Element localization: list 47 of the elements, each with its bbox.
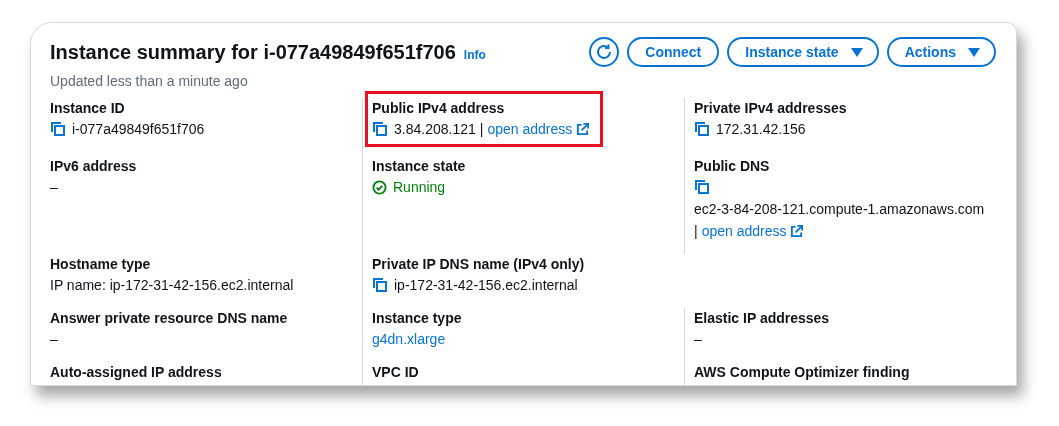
external-link-icon <box>576 122 590 136</box>
connect-button[interactable]: Connect <box>627 37 720 67</box>
field-label: Public DNS <box>694 157 771 176</box>
field-value: – <box>50 330 58 349</box>
updated-text: Updated less than a minute ago <box>50 72 249 91</box>
field-value: ec2-3-84-208-121.compute-1.amazonaws.com <box>694 200 986 219</box>
info-link[interactable]: Info <box>463 46 486 64</box>
copy-icon[interactable] <box>694 121 710 137</box>
dropdown-button[interactable]: Actions <box>886 37 996 67</box>
field-value: – <box>694 330 702 349</box>
separator-text: | <box>479 120 484 139</box>
field-label: Instance ID <box>50 99 126 118</box>
field-label: VPC ID <box>372 363 420 382</box>
separator-text: | <box>694 222 698 241</box>
field-label: Elastic IP addresses <box>694 309 831 328</box>
open-address-link[interactable]: open address <box>701 220 804 242</box>
refresh-button[interactable] <box>589 37 620 67</box>
copy-icon[interactable] <box>50 121 66 137</box>
check-circle-icon <box>372 179 387 195</box>
field-label: IPv6 address <box>50 157 138 176</box>
copy-icon[interactable] <box>372 121 388 137</box>
open-address-link[interactable]: open address <box>487 118 590 140</box>
field-label: Auto-assigned IP address <box>50 363 223 382</box>
field-value: 172.31.42.156 <box>716 120 806 139</box>
copy-icon[interactable] <box>372 277 388 293</box>
field-value: – <box>50 178 58 197</box>
refresh-icon <box>595 43 614 61</box>
field-label: Private IP DNS name (IPv4 only) <box>372 255 586 274</box>
field-label: Answer private resource DNS name <box>50 309 289 328</box>
field-label: Hostname type <box>50 255 152 274</box>
caret-icon <box>850 47 863 57</box>
status-text: Running <box>393 178 446 197</box>
field-label: AWS Compute Optimizer finding <box>694 363 911 382</box>
field-label: Private IPv4 addresses <box>694 99 848 118</box>
field-value: i-077a49849f651f706 <box>72 120 205 139</box>
field-label: Instance type <box>372 309 463 328</box>
dropdown-button[interactable]: Instance state <box>727 37 879 67</box>
field-label: Instance state <box>372 157 467 176</box>
caret-icon <box>968 47 980 57</box>
field-value: 3.84.208.121 <box>394 120 476 139</box>
instance-type-link[interactable]: g4dn.xlarge <box>372 328 446 350</box>
field-value: ip-172-31-42-156.ec2.internal <box>394 276 578 295</box>
external-link-icon <box>790 224 804 238</box>
field-value: IP name: ip-172-31-42-156.ec2.internal <box>50 276 294 295</box>
page-title: Instance summary for i-077a49849f651f706 <box>50 40 456 65</box>
field-label: Public IPv4 address <box>372 99 506 118</box>
copy-icon[interactable] <box>694 179 710 195</box>
